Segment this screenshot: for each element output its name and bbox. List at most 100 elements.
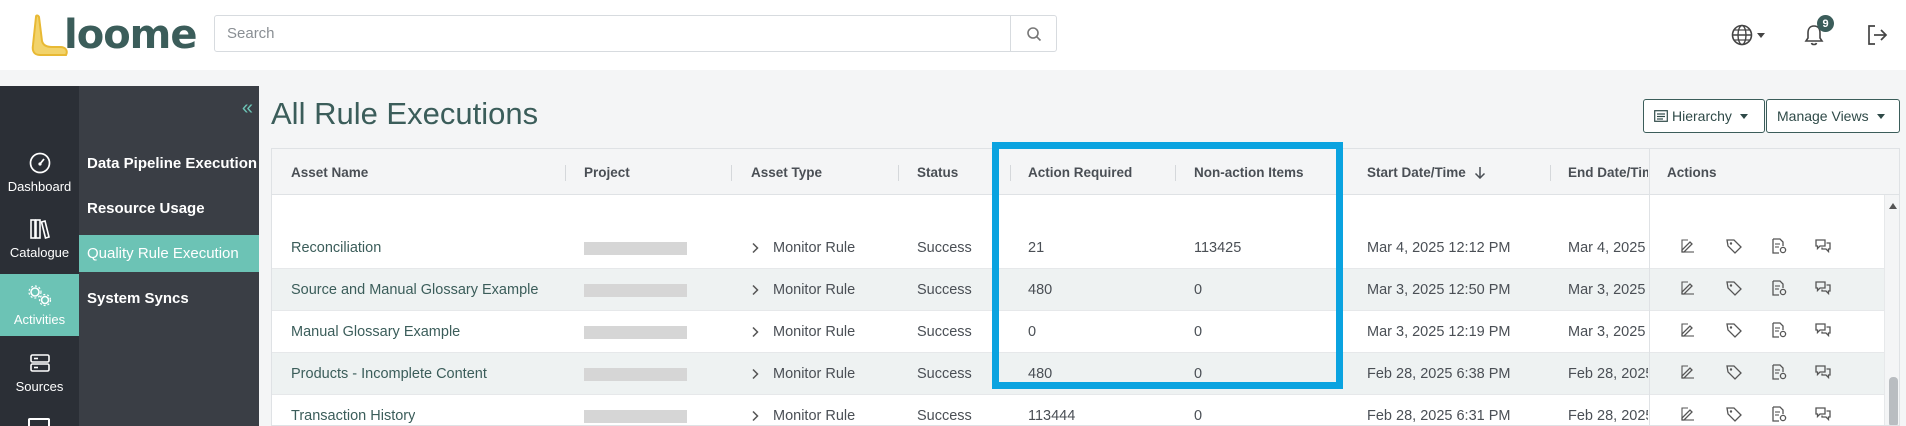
asset-type-label: Monitor Rule: [773, 282, 856, 298]
status-cell: Success: [917, 282, 972, 298]
column-header-end-date-time[interactable]: End Date/Time: [1568, 149, 1648, 195]
column-divider[interactable]: [565, 165, 566, 181]
column-header-asset-type[interactable]: Asset Type: [751, 149, 822, 195]
chevron-right-icon[interactable]: [751, 410, 759, 422]
loome-logo[interactable]: loome: [30, 12, 200, 58]
logo-mark-icon: [31, 14, 68, 56]
project-cell: [584, 353, 687, 395]
sort-descending-arrow-icon: [1474, 166, 1485, 179]
action-required-cell: 480: [1028, 366, 1053, 382]
status-cell: Success: [917, 366, 972, 382]
chevron-down-icon: [1876, 113, 1885, 119]
language-selector[interactable]: [1726, 18, 1768, 52]
nav-dashboard[interactable]: Dashboard: [0, 141, 79, 203]
start-date-time-cell: Mar 3, 2025 12:50 PM: [1367, 282, 1511, 298]
asset-type-cell[interactable]: Monitor Rule: [751, 227, 855, 269]
hierarchy-button[interactable]: Hierarchy: [1643, 99, 1765, 133]
grid-scrollbar[interactable]: [1884, 195, 1899, 425]
end-date-time-cell: Feb 28, 2025 6:38 PM: [1568, 366, 1648, 382]
main-nav-rail: Dashboard Catalogue Activities Sources: [0, 86, 79, 426]
asset-name-link[interactable]: Source and Manual Glossary Example: [291, 269, 538, 311]
page-title: All Rule Executions: [271, 96, 539, 131]
top-bar: loome 9: [0, 0, 1906, 70]
hierarchy-list-icon: [1654, 110, 1668, 122]
table-row[interactable]: Source and Manual Glossary Example Monito…: [272, 269, 1884, 311]
column-header-action-required[interactable]: Action Required: [1028, 149, 1132, 195]
scroll-up-arrow-icon[interactable]: [1889, 203, 1897, 209]
end-date-time-cell: Mar 3, 2025 12:50 PM: [1568, 282, 1648, 298]
activities-submenu: « Data Pipeline Execution Resource Usage…: [79, 86, 259, 426]
asset-type-cell[interactable]: Monitor Rule: [751, 269, 855, 311]
submenu-item-system-syncs[interactable]: System Syncs: [79, 280, 259, 317]
status-cell: Success: [917, 240, 972, 256]
chevron-right-icon[interactable]: [751, 242, 759, 254]
column-header-non-action-items[interactable]: Non-action Items: [1194, 149, 1304, 195]
column-header-status[interactable]: Status: [917, 149, 958, 195]
column-divider[interactable]: [731, 165, 732, 181]
column-divider[interactable]: [1550, 165, 1551, 181]
table-row[interactable]: Reconciliation Monitor Rule Success 21 11342…: [272, 227, 1884, 269]
redacted-project-name: [584, 241, 687, 255]
dashboard-gauge-icon: [29, 152, 50, 173]
logout-button[interactable]: [1860, 18, 1894, 52]
nav-sources[interactable]: Sources: [0, 341, 79, 403]
asset-name-link[interactable]: Products - Incomplete Content: [291, 353, 487, 395]
chevron-right-icon[interactable]: [751, 284, 759, 296]
scrollbar-thumb[interactable]: [1889, 377, 1898, 425]
submenu-item-resource-usage[interactable]: Resource Usage: [79, 190, 259, 227]
submenu-item-data-pipeline-execution[interactable]: Data Pipeline Execution: [79, 145, 259, 182]
asset-name-link[interactable]: Manual Glossary Example: [291, 311, 460, 353]
nav-activities[interactable]: Activities: [0, 274, 79, 336]
nav-activities-label: Activities: [13, 311, 66, 327]
notifications-button[interactable]: 9: [1797, 15, 1834, 52]
non-action-items-cell: 0: [1194, 366, 1203, 382]
column-divider[interactable]: [1175, 165, 1176, 181]
action-required-cell: 113444: [1028, 408, 1076, 424]
asset-type-cell[interactable]: Monitor Rule: [751, 395, 856, 425]
nav-dashboard-label: Dashboard: [7, 178, 72, 194]
chevron-right-icon[interactable]: [751, 326, 759, 338]
asset-type-cell[interactable]: Monitor Rule: [751, 353, 855, 395]
asset-name-link[interactable]: Reconciliation: [291, 227, 381, 269]
asset-type-cell[interactable]: Monitor Rule: [751, 311, 855, 353]
search-input[interactable]: [215, 16, 1010, 51]
table-row[interactable]: Products - Incomplete Content Monitor Rul…: [272, 353, 1884, 395]
non-action-items-cell: 113425: [1194, 240, 1242, 256]
project-cell: [584, 227, 687, 269]
start-date-time-cell: Mar 3, 2025 12:19 PM: [1367, 324, 1511, 340]
nav-catalogue[interactable]: Catalogue: [0, 207, 79, 269]
non-action-items-cell: 0: [1194, 282, 1203, 298]
table-row[interactable]: Transaction History Monitor Rule Success 11…: [272, 395, 1884, 425]
action-required-cell: 0: [1028, 324, 1037, 340]
chevron-down-icon: [1756, 32, 1765, 38]
asset-type-label: Monitor Rule: [773, 408, 856, 424]
chevron-down-icon: [1739, 113, 1748, 119]
project-cell: [584, 269, 687, 311]
collapse-submenu-icon[interactable]: «: [242, 98, 253, 118]
table-row[interactable]: Manual Glossary Example Monitor Rule Succe…: [272, 311, 1884, 353]
asset-name-link[interactable]: Transaction History: [291, 395, 415, 425]
column-divider[interactable]: [1341, 165, 1342, 181]
column-divider[interactable]: [898, 165, 899, 181]
column-header-asset-name[interactable]: Asset Name: [291, 149, 368, 195]
chevron-right-icon[interactable]: [751, 368, 759, 380]
server-icon: [29, 353, 50, 372]
asset-type-label: Monitor Rule: [773, 240, 856, 256]
column-header-project[interactable]: Project: [584, 149, 630, 195]
logo-text: loome: [64, 12, 197, 58]
column-divider[interactable]: [1010, 165, 1011, 181]
books-icon: [29, 218, 50, 239]
column-header-start-date-time[interactable]: Start Date/Time: [1367, 149, 1486, 195]
asset-type-label: Monitor Rule: [773, 366, 856, 382]
action-required-cell: 21: [1028, 240, 1045, 256]
redacted-project-name: [584, 367, 687, 381]
nav-more-icon[interactable]: [28, 418, 50, 426]
start-date-time-cell: Mar 4, 2025 12:12 PM: [1367, 240, 1511, 256]
manage-views-button[interactable]: Manage Views: [1766, 99, 1900, 133]
search-bar: [214, 15, 1057, 52]
search-icon: [1026, 26, 1041, 41]
submenu-item-quality-rule-execution[interactable]: Quality Rule Execution: [79, 235, 259, 272]
manage-views-button-label: Manage Views: [1777, 108, 1869, 124]
search-button[interactable]: [1010, 16, 1056, 51]
end-date-time-cell: Mar 4, 2025 12:12 PM: [1568, 240, 1648, 256]
